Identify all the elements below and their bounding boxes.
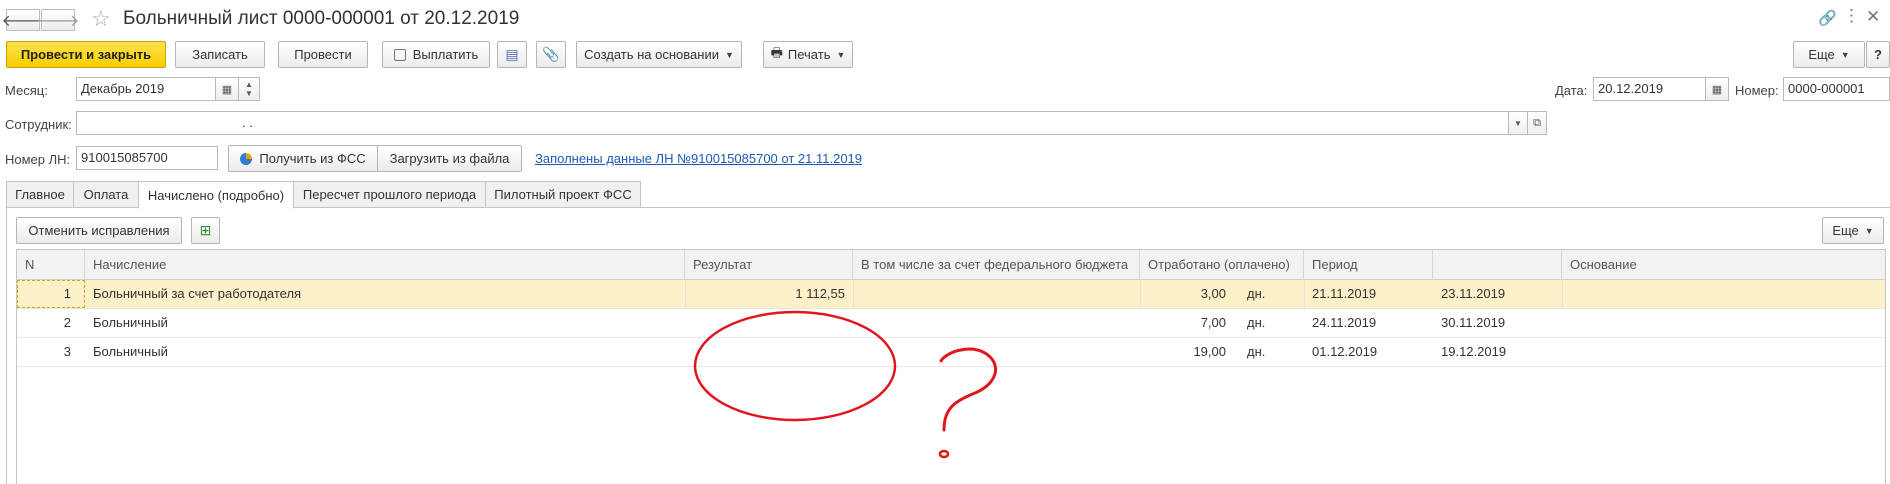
annotation-question-mark — [939, 347, 997, 432]
annotation-question-dot — [938, 449, 950, 459]
annotation-overlay — [693, 310, 997, 459]
annotation-circle — [693, 310, 897, 422]
